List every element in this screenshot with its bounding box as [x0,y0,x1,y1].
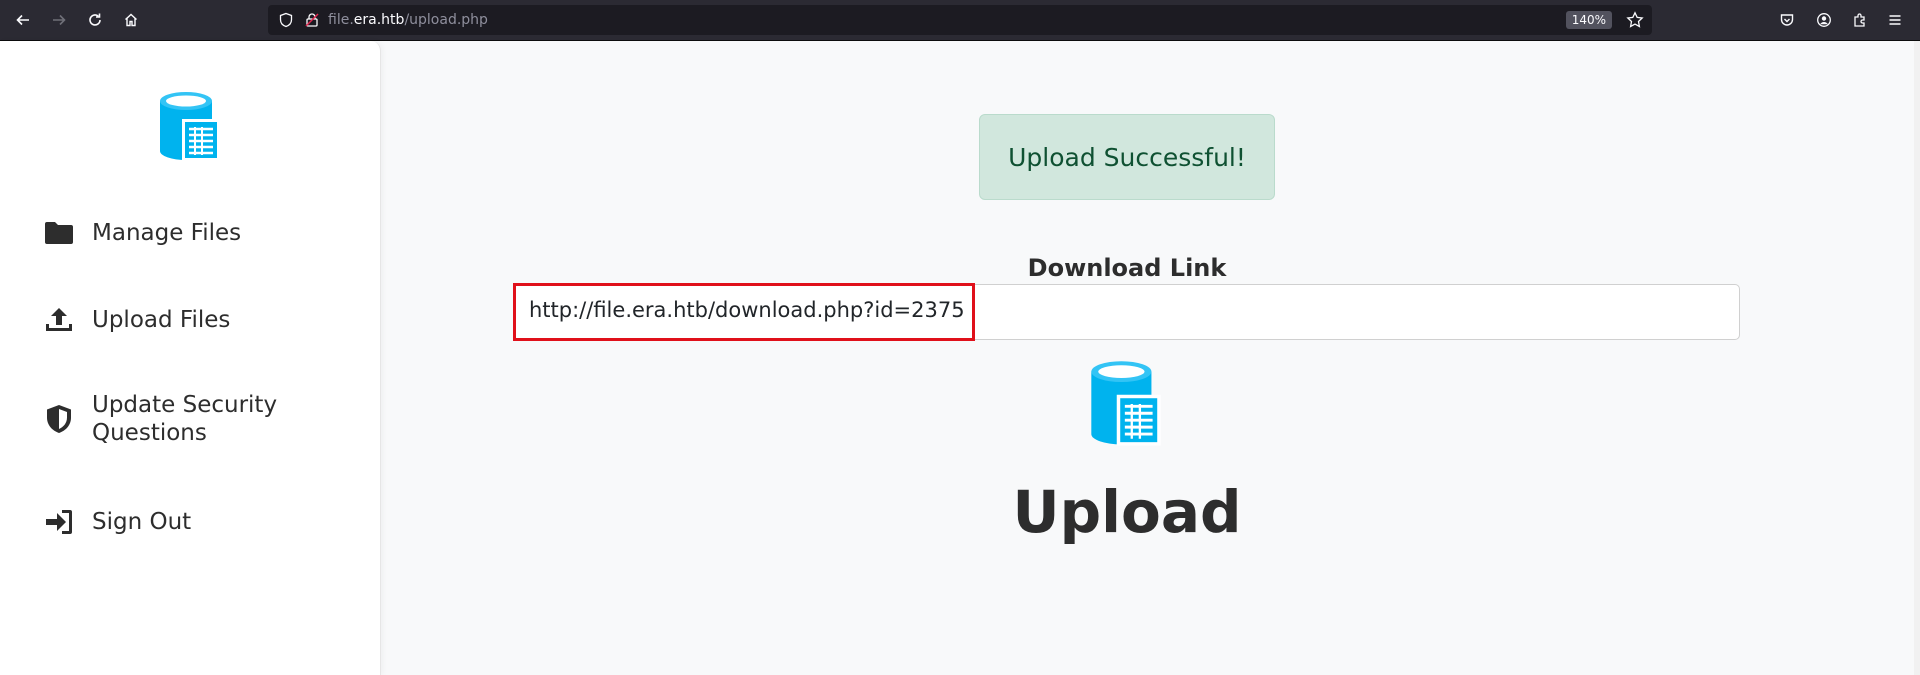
url-text: file.era.htb/upload.php [328,5,488,35]
scrollbar[interactable] [1914,41,1920,675]
url-domain: era.htb [353,12,405,28]
alert-text: Upload Successful! [1008,142,1246,172]
forward-icon[interactable] [47,8,71,32]
download-link-label: Download Link [1027,254,1227,282]
bookmark-star-icon[interactable] [1626,11,1644,33]
sidebar-item-upload-files[interactable]: Upload Files [42,303,230,337]
upload-icon [42,303,76,337]
zoom-badge[interactable]: 140% [1565,11,1612,29]
insecure-lock-icon[interactable] [304,12,320,32]
back-icon[interactable] [11,8,35,32]
url-path: /upload.php [404,12,488,28]
file-database-logo-icon [158,91,222,167]
file-database-logo-icon [1089,360,1163,452]
sidebar-item-manage-files[interactable]: Manage Files [42,216,241,250]
home-icon[interactable] [119,8,143,32]
url-subdomain: file. [328,12,354,28]
folder-icon [42,216,76,250]
sidebar-item-label: Update Security Questions [92,392,278,446]
sidebar-item-label: Manage Files [92,220,242,246]
shield-tracking-icon[interactable] [278,12,294,32]
account-icon[interactable] [1812,8,1836,32]
browser-toolbar: file.era.htb/upload.php 140% [0,0,1920,41]
sign-out-icon [42,505,76,539]
extensions-icon[interactable] [1848,8,1872,32]
pocket-icon[interactable] [1775,8,1799,32]
annotation-highlight-box [513,283,975,341]
address-bar[interactable]: file.era.htb/upload.php 140% [268,5,1652,35]
shield-icon [42,402,76,436]
menu-icon[interactable] [1883,8,1907,32]
sidebar-item-label: Sign Out [92,509,192,535]
sidebar: Manage Files Upload Files Update Securit… [0,41,381,675]
sidebar-item-security-questions[interactable]: Update Security Questions [42,391,322,447]
sidebar-item-label: Upload Files [92,307,231,333]
reload-icon[interactable] [83,8,107,32]
sidebar-item-sign-out[interactable]: Sign Out [42,505,191,539]
upload-success-alert: Upload Successful! [979,114,1275,200]
page-title: Upload [1012,478,1242,546]
